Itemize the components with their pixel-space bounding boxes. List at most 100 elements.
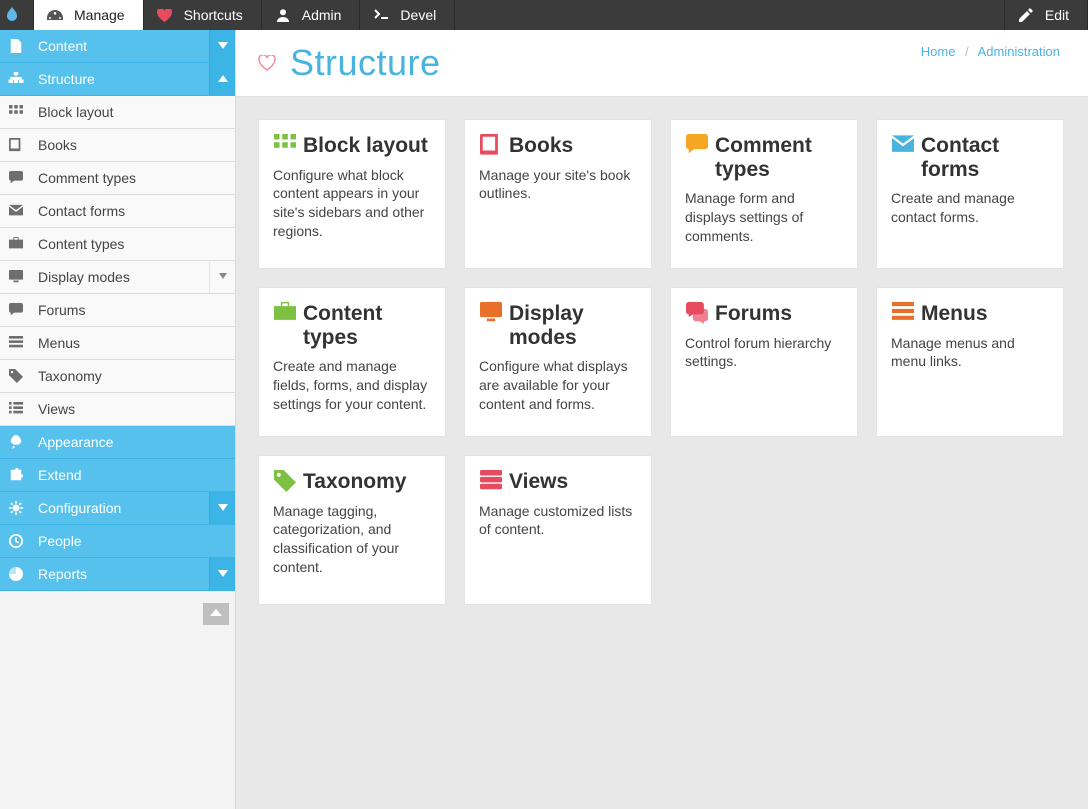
list-icon (8, 402, 30, 416)
pencil-icon (1017, 8, 1035, 22)
file-icon (8, 39, 30, 53)
sidebar-item-label: Content types (38, 236, 124, 252)
card-title: Menus (921, 302, 988, 326)
user-icon (274, 8, 292, 22)
bars-icon (891, 302, 921, 324)
card-description: Manage form and displays settings of com… (685, 189, 843, 246)
card-block layout[interactable]: Block layout Configure what block conten… (258, 119, 446, 269)
tag-icon (273, 470, 303, 492)
toolbar-admin-label: Admin (302, 7, 342, 23)
toolbar-edit-label: Edit (1045, 7, 1069, 23)
card-comment types[interactable]: Comment types Manage form and displays s… (670, 119, 858, 269)
sidebar-item-label: Extend (38, 467, 82, 483)
toolbar-devel-label: Devel (400, 7, 436, 23)
expand-toggle[interactable] (209, 63, 235, 95)
card-description: Manage menus and menu links. (891, 334, 1049, 372)
card-description: Manage your site's book outlines. (479, 166, 637, 204)
grid-icon (273, 134, 303, 156)
sidebar-item-label: Taxonomy (38, 368, 102, 384)
breadcrumb-home[interactable]: Home (921, 44, 956, 59)
envelope-icon (8, 204, 30, 218)
card-taxonomy[interactable]: Taxonomy Manage tagging, categorization,… (258, 455, 446, 605)
sidebar-item-label: Reports (38, 566, 87, 582)
heart-icon (156, 9, 174, 22)
book-icon (8, 138, 30, 152)
sidebar-subitem-contact forms[interactable]: Contact forms (0, 195, 235, 228)
card-title: Contact forms (921, 134, 1049, 181)
toolbar-manage[interactable]: Manage (34, 0, 144, 30)
sidebar-subitem-taxonomy[interactable]: Taxonomy (0, 360, 235, 393)
card-title: Content types (303, 302, 431, 349)
page-title: Structure (290, 42, 441, 84)
sidebar-item-label: Display modes (38, 269, 130, 285)
briefcase-icon (8, 237, 30, 251)
card-display modes[interactable]: Display modes Configure what displays ar… (464, 287, 652, 437)
terminal-icon (372, 9, 390, 21)
main-content: Home / Administration Structure Block la… (236, 30, 1088, 809)
breadcrumb-sep: / (965, 44, 969, 59)
card-forums[interactable]: Forums Control forum hierarchy settings. (670, 287, 858, 437)
envelope-icon (891, 134, 921, 156)
sidebar-item-reports[interactable]: Reports (0, 558, 235, 591)
card-title: Taxonomy (303, 470, 406, 494)
sidebar-subitem-block layout[interactable]: Block layout (0, 96, 235, 129)
sidebar-item-extend[interactable]: Extend (0, 459, 235, 492)
card-title: Books (509, 134, 573, 158)
sidebar-subitem-content types[interactable]: Content types (0, 228, 235, 261)
card-content types[interactable]: Content types Create and manage fields, … (258, 287, 446, 437)
card-menus[interactable]: Menus Manage menus and menu links. (876, 287, 1064, 437)
sidebar-subitem-menus[interactable]: Menus (0, 327, 235, 360)
sidebar-item-configuration[interactable]: Configuration (0, 492, 235, 525)
gears-icon (8, 501, 30, 515)
rocket-icon (8, 435, 30, 449)
comment-icon (8, 171, 30, 185)
book-icon (479, 134, 509, 156)
card-contact forms[interactable]: Contact forms Create and manage contact … (876, 119, 1064, 269)
chevron-up-icon (210, 609, 222, 619)
card-description: Manage tagging, categorization, and clas… (273, 502, 431, 578)
card-books[interactable]: Books Manage your site's book outlines. (464, 119, 652, 269)
toolbar-drupal-home[interactable] (0, 0, 34, 30)
card-description: Manage customized lists of content. (479, 502, 637, 540)
tag-icon (8, 369, 30, 383)
sitemap-icon (8, 72, 30, 86)
display-icon (8, 270, 30, 284)
sidebar-item-appearance[interactable]: Appearance (0, 426, 235, 459)
sidebar-item-label: Content (38, 38, 87, 54)
comments-icon (685, 302, 715, 324)
toolbar-spacer (455, 0, 1004, 30)
expand-toggle[interactable] (209, 558, 235, 590)
sidebar-item-label: People (38, 533, 82, 549)
card-views[interactable]: Views Manage customized lists of content… (464, 455, 652, 605)
toolbar-shortcuts[interactable]: Shortcuts (144, 0, 262, 30)
drupal-icon (3, 6, 21, 24)
toolbar-admin[interactable]: Admin (262, 0, 361, 30)
sidebar-item-label: Block layout (38, 104, 113, 120)
expand-toggle[interactable] (209, 261, 235, 293)
breadcrumb-admin[interactable]: Administration (978, 44, 1060, 59)
card-title: Views (509, 470, 568, 494)
sidebar-subitem-forums[interactable]: Forums (0, 294, 235, 327)
expand-toggle[interactable] (209, 30, 235, 62)
sidebar-subitem-comment types[interactable]: Comment types (0, 162, 235, 195)
favorite-icon[interactable] (258, 55, 276, 71)
card-description: Create and manage contact forms. (891, 189, 1049, 227)
scroll-to-top-button[interactable] (203, 603, 229, 625)
expand-toggle[interactable] (209, 492, 235, 524)
admin-sidebar: Content Structure Block layout Books Com… (0, 30, 236, 809)
toolbar-edit[interactable]: Edit (1004, 0, 1088, 30)
clock-icon (8, 534, 30, 548)
sidebar-subitem-display modes[interactable]: Display modes (0, 261, 235, 294)
sidebar-item-label: Books (38, 137, 77, 153)
sidebar-item-structure[interactable]: Structure (0, 63, 235, 96)
card-description: Configure what displays are available fo… (479, 357, 637, 414)
toolbar-devel[interactable]: Devel (360, 0, 455, 30)
sidebar-subitem-books[interactable]: Books (0, 129, 235, 162)
sidebar-item-content[interactable]: Content (0, 30, 235, 63)
grid-icon (8, 105, 30, 119)
sidebar-item-label: Forums (38, 302, 85, 318)
sidebar-subitem-views[interactable]: Views (0, 393, 235, 426)
card-title: Display modes (509, 302, 637, 349)
sidebar-item-people[interactable]: People (0, 525, 235, 558)
card-title: Comment types (715, 134, 843, 181)
